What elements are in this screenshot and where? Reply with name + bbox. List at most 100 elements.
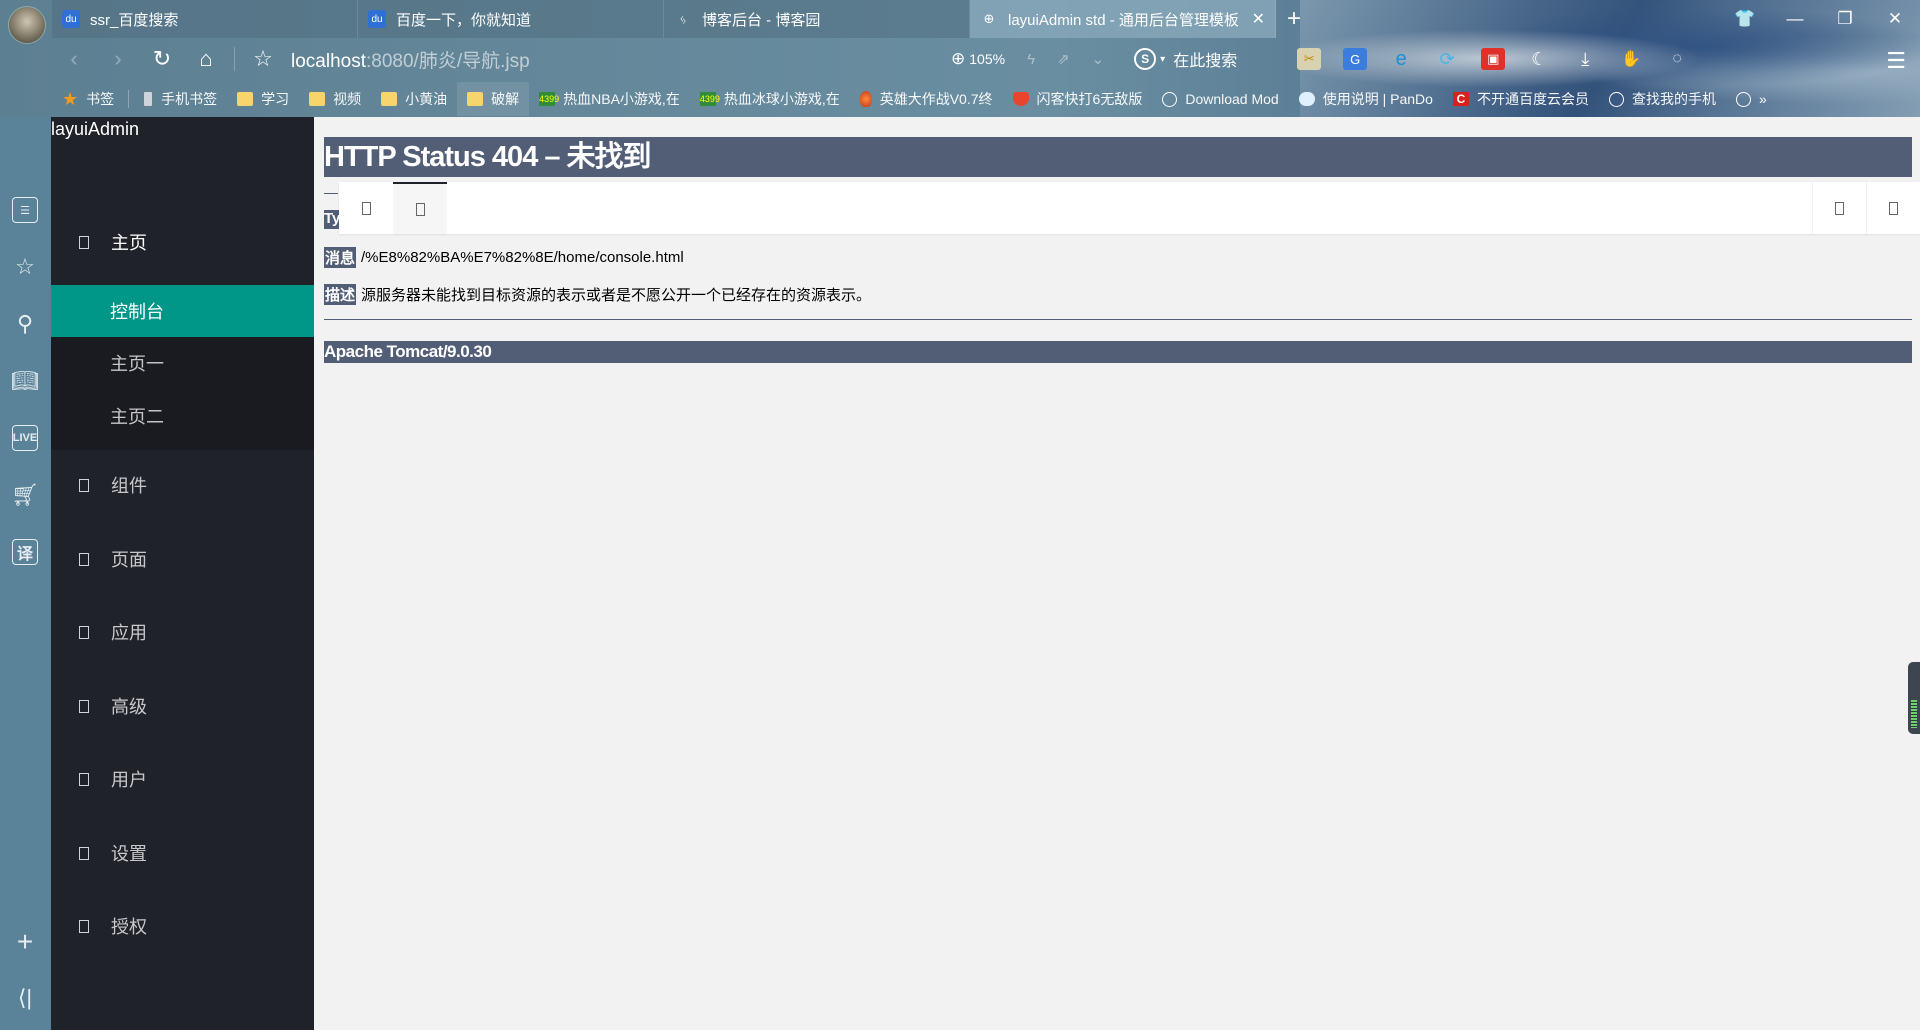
bookmark-folder[interactable]: 学习 bbox=[227, 82, 299, 116]
download-icon[interactable]: ⤓ bbox=[1573, 48, 1597, 70]
minimize-button[interactable]: — bbox=[1770, 0, 1820, 38]
browser-tab-active[interactable]: ⊕ layuiAdmin std - 通用后台管理模板 ✕ bbox=[970, 0, 1276, 38]
browser-tab[interactable]: du 百度一下，你就知道 bbox=[358, 0, 664, 38]
collapse-sidebar-icon[interactable]: ⟨| bbox=[12, 985, 38, 1011]
submenu-item-home2[interactable]: 主页二 bbox=[51, 390, 314, 442]
tabs-options-button[interactable] bbox=[1866, 182, 1920, 234]
bookmark-folder[interactable]: 小黄油 bbox=[371, 82, 457, 116]
phone-icon bbox=[143, 91, 154, 107]
search-engine-icon[interactable]: S bbox=[1134, 48, 1157, 70]
zoom-indicator[interactable]: ⊕ 105% bbox=[951, 49, 1005, 69]
bookmark-item[interactable]: 手机书签 bbox=[133, 82, 227, 116]
bookmark-item[interactable]: 英雄大作战V0.7终 bbox=[850, 82, 1003, 116]
search-icon[interactable]: ⚲ bbox=[12, 311, 38, 337]
tabs-prev-button[interactable] bbox=[339, 182, 393, 234]
next-icon bbox=[1835, 201, 1844, 215]
news-icon[interactable]: ☰ bbox=[12, 197, 38, 223]
screenshot-ext-icon[interactable]: ✂ bbox=[1297, 48, 1322, 70]
chevron-down-icon[interactable]: ⌄ bbox=[1092, 50, 1105, 68]
home-menu-icon bbox=[79, 235, 89, 249]
menu-item-advanced[interactable]: 高级 bbox=[51, 669, 314, 743]
bookmark-item[interactable]: 4399 热血NBA小游戏,在 bbox=[529, 82, 690, 116]
main-content: HTTP Status 404 – 未找到 Ty 消息 /%E8%82%BA%E… bbox=[314, 117, 1920, 1030]
menu-item-apps[interactable]: 应用 bbox=[51, 595, 314, 669]
mouse-gesture-icon[interactable]: ✋ bbox=[1619, 48, 1643, 70]
menu-label: 组件 bbox=[111, 476, 147, 496]
close-tab-icon[interactable]: ✕ bbox=[1252, 9, 1265, 29]
folder-icon bbox=[467, 92, 484, 106]
folder-icon bbox=[237, 92, 254, 106]
menu-item-auth[interactable]: 授权 bbox=[51, 889, 314, 963]
c-logo-icon: C bbox=[1452, 92, 1469, 106]
more-bookmarks-button[interactable]: » bbox=[1726, 82, 1777, 116]
reload-icon[interactable]: ↻ bbox=[140, 38, 184, 80]
add-icon[interactable]: + bbox=[12, 926, 38, 957]
submenu-item-home1[interactable]: 主页一 bbox=[51, 337, 314, 389]
description-label: 描述 bbox=[324, 284, 357, 305]
bookmark-folder[interactable]: 破解 bbox=[457, 82, 530, 116]
pages-icon bbox=[79, 552, 89, 566]
app-logo[interactable]: layuiAdmin bbox=[51, 117, 139, 140]
advanced-icon bbox=[79, 699, 89, 713]
video-ext-icon[interactable]: ▣ bbox=[1481, 48, 1506, 70]
new-tab-button[interactable]: + bbox=[1276, 0, 1312, 38]
night-mode-icon[interactable]: ☾ bbox=[1527, 48, 1551, 70]
menu-item-settings[interactable]: 设置 bbox=[51, 816, 314, 890]
skin-icon[interactable]: 👕 bbox=[1720, 0, 1770, 38]
window-controls: 👕 — ❐ ✕ bbox=[1720, 0, 1920, 38]
page-tab-home[interactable] bbox=[393, 182, 447, 234]
home-icon[interactable]: ⌂ bbox=[184, 38, 228, 80]
bookmark-label: 查找我的手机 bbox=[1631, 91, 1716, 107]
user-avatar[interactable] bbox=[8, 6, 46, 44]
forward-icon[interactable]: › bbox=[96, 38, 140, 80]
lightning-icon[interactable]: ϟ bbox=[1027, 51, 1035, 68]
share-icon[interactable]: ⇗ bbox=[1057, 50, 1070, 68]
submenu-item-console[interactable]: 控制台 bbox=[51, 285, 314, 337]
page-tabs-bar bbox=[339, 182, 1920, 234]
search-box[interactable]: S ▾ 在此搜索 bbox=[1134, 47, 1237, 71]
bookmark-item[interactable]: C 不开通百度云会员 bbox=[1443, 82, 1599, 116]
balloon-icon bbox=[859, 91, 872, 107]
book-icon[interactable]: 📖︎ bbox=[11, 368, 39, 394]
menu-icon[interactable]: ☰ bbox=[1886, 48, 1906, 74]
bookmark-item[interactable]: Download Mod bbox=[1152, 82, 1288, 116]
close-window-button[interactable]: ✕ bbox=[1870, 0, 1920, 38]
favorites-star-icon[interactable]: ☆ bbox=[12, 254, 38, 280]
bookmark-label: 闪客快打6无敌版 bbox=[1036, 91, 1143, 107]
menu-item-pages[interactable]: 页面 bbox=[51, 522, 314, 596]
auth-icon bbox=[79, 919, 89, 933]
url-path: :8080/肺炎/导航.jsp bbox=[366, 50, 530, 72]
more-tools-icon[interactable]: ◌ bbox=[1665, 48, 1689, 70]
edge-ext-icon[interactable]: e bbox=[1389, 48, 1413, 70]
menu-item-components[interactable]: 组件 bbox=[51, 448, 314, 522]
menu-item-users[interactable]: 用户 bbox=[51, 742, 314, 816]
address-bar[interactable]: localhost:8080/肺炎/导航.jsp bbox=[291, 46, 951, 73]
bookmark-item[interactable]: 4399 热血冰球小游戏,在 bbox=[690, 82, 850, 116]
cart-icon[interactable]: 🛒︎ bbox=[11, 482, 39, 508]
translate-icon[interactable]: 译 bbox=[12, 539, 38, 565]
bookmark-item[interactable]: 查找我的手机 bbox=[1599, 82, 1726, 116]
extensions: ✂ G e ⟳ ▣ ☾ ⤓ ✋ ◌ bbox=[1297, 48, 1689, 70]
tabs-next-button[interactable] bbox=[1812, 182, 1866, 234]
bookmark-star-icon[interactable]: ☆ bbox=[241, 38, 285, 80]
globe-icon: ⊕ bbox=[983, 11, 995, 26]
bookmark-item[interactable]: ★ 书签 bbox=[52, 82, 124, 116]
sync-ext-icon[interactable]: ⟳ bbox=[1435, 48, 1459, 70]
browser-tab[interactable]: ᛃ 博客后台 - 博客园 bbox=[664, 0, 970, 38]
translate-ext-icon[interactable]: G bbox=[1343, 48, 1368, 70]
menu-label: 设置 bbox=[111, 844, 147, 864]
search-dropdown-icon[interactable]: ▾ bbox=[1160, 54, 1165, 65]
restore-button[interactable]: ❐ bbox=[1820, 0, 1870, 38]
bookmark-item[interactable]: 闪客快打6无敌版 bbox=[1003, 82, 1153, 116]
menu-label: 应用 bbox=[111, 623, 147, 643]
bookmark-label: 不开通百度云会员 bbox=[1476, 91, 1589, 107]
game-icon: 4399 bbox=[699, 92, 720, 106]
menu-item-home[interactable]: 主页 bbox=[51, 205, 314, 279]
browser-tab[interactable]: du ssr_百度搜索 bbox=[52, 0, 358, 38]
live-icon[interactable]: LIVE bbox=[12, 425, 38, 451]
bookmark-folder[interactable]: 视频 bbox=[299, 82, 371, 116]
star-icon: ★ bbox=[62, 89, 79, 109]
back-icon[interactable]: ‹ bbox=[52, 38, 96, 80]
bookmark-item[interactable]: 使用说明 | PanDo bbox=[1289, 82, 1443, 116]
volume-meter-widget[interactable] bbox=[1908, 662, 1920, 734]
